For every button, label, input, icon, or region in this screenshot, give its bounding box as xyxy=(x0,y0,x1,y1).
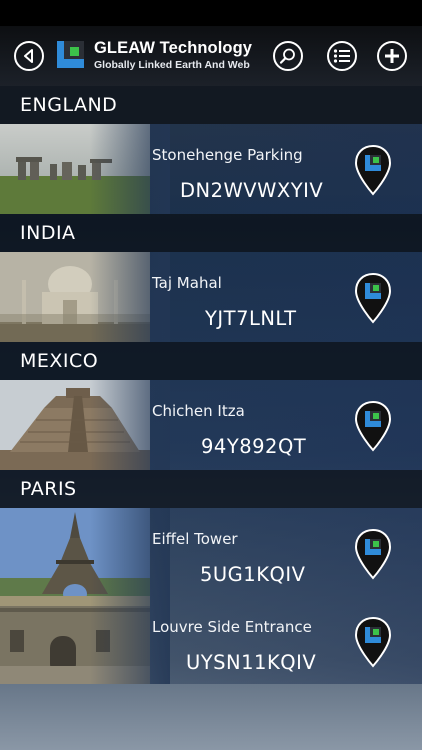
list-button[interactable] xyxy=(327,41,357,71)
map-pin-icon[interactable] xyxy=(354,272,392,324)
gleaw-logo xyxy=(57,41,84,68)
list-item[interactable]: Stonehenge Parking DN2WVWXYIV xyxy=(0,124,422,214)
back-arrow-icon xyxy=(24,49,33,63)
place-name: Chichen Itza xyxy=(152,402,245,420)
section-header-mexico: MEXICO xyxy=(0,342,422,380)
place-code: DN2WVWXYIV xyxy=(180,179,324,202)
place-name: Eiffel Tower xyxy=(152,530,238,548)
place-name: Taj Mahal xyxy=(152,274,222,292)
map-pin-icon[interactable] xyxy=(354,528,392,580)
place-code: YJT7LNLT xyxy=(205,307,297,330)
back-button[interactable] xyxy=(14,41,44,71)
map-pin-icon[interactable] xyxy=(354,616,392,668)
status-bar xyxy=(0,0,422,26)
thumbnail-fade xyxy=(90,380,170,470)
place-name: Stonehenge Parking xyxy=(152,146,303,164)
section-header-india: INDIA xyxy=(0,214,422,252)
search-button[interactable] xyxy=(273,41,303,71)
place-name: Louvre Side Entrance xyxy=(152,618,312,636)
plus-icon xyxy=(385,49,399,63)
top-bar: GLEAW Technology Globally Linked Earth A… xyxy=(0,26,422,86)
list-item[interactable]: Chichen Itza 94Y892QT xyxy=(0,380,422,470)
section-header-paris: PARIS xyxy=(0,470,422,508)
thumbnail-fade xyxy=(90,252,170,342)
search-icon xyxy=(279,48,295,64)
place-code: 5UG1KQIV xyxy=(200,563,306,586)
place-code: UYSN11KQIV xyxy=(186,651,317,674)
list-item[interactable]: Taj Mahal YJT7LNLT xyxy=(0,252,422,342)
map-pin-icon[interactable] xyxy=(354,144,392,196)
section-header-england: ENGLAND xyxy=(0,86,422,124)
list-icon xyxy=(333,49,350,63)
place-code: 94Y892QT xyxy=(201,435,307,458)
list-group-paris: Eiffel Tower 5UG1KQIV Louvre Side Entran… xyxy=(0,508,422,684)
map-pin-icon[interactable] xyxy=(354,400,392,452)
app-title: GLEAW Technology xyxy=(94,39,253,57)
app-subtitle: Globally Linked Earth And Web xyxy=(94,59,250,71)
thumbnail-fade xyxy=(90,124,170,214)
add-button[interactable] xyxy=(377,41,407,71)
